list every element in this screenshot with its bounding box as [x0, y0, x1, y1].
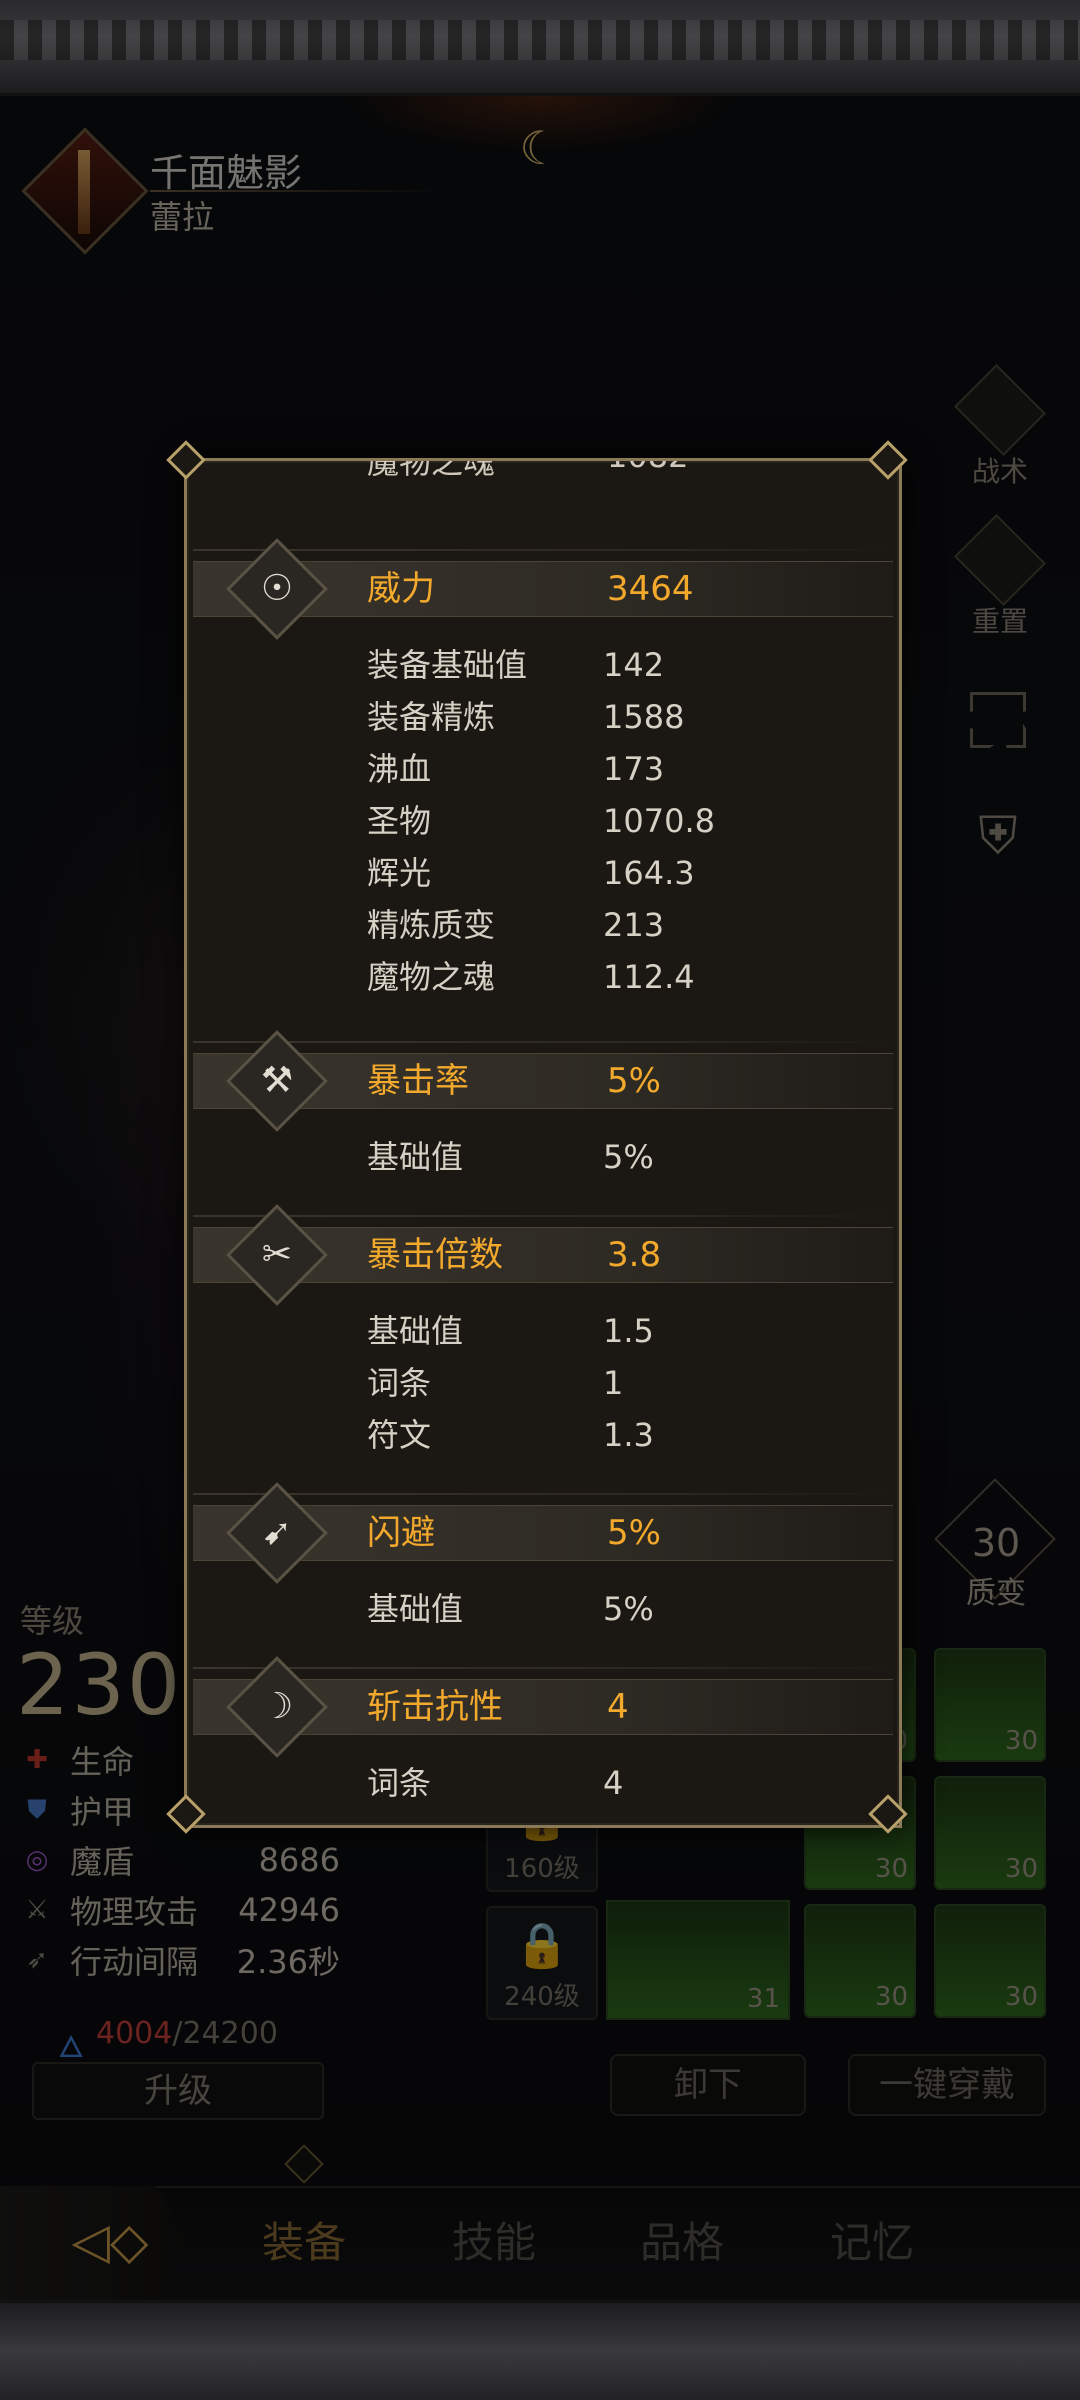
- section-divider: [193, 1493, 893, 1495]
- stat-breakdown-row: 装备精炼 1588: [367, 691, 867, 743]
- stat-breakdown-row: 魔物之魂 112.4: [367, 951, 867, 1003]
- row-value: 173: [603, 750, 665, 788]
- stat-breakdown-row: 词条 4: [367, 1757, 867, 1809]
- stat-breakdown-row: 词条 1: [367, 1357, 867, 1409]
- section-divider: [193, 1215, 893, 1217]
- crit-rate-icon: ⚒: [260, 1060, 294, 1101]
- row-value: 1.5: [603, 1312, 654, 1350]
- stat-breakdown-row: 装备基础值 142: [367, 639, 867, 691]
- stat-breakdown-row: 符文 1.3: [367, 1409, 867, 1461]
- row-label: 符文: [367, 1416, 432, 1454]
- stat-breakdown-row: 基础值 1.5: [367, 1305, 867, 1357]
- section-value: 3.8: [607, 1235, 662, 1275]
- section-value: 5%: [607, 1513, 661, 1553]
- section-divider: [193, 1041, 893, 1043]
- section-title: 闪避: [367, 1513, 435, 1553]
- row-value: 1082: [607, 461, 688, 475]
- section-title: 暴击倍数: [367, 1235, 503, 1275]
- bottom-frame: [0, 2300, 1080, 2400]
- row-label: 圣物: [367, 802, 432, 840]
- row-label: 词条: [367, 1364, 432, 1402]
- row-label: 装备基础值: [367, 646, 528, 684]
- row-label: 词条: [367, 1764, 432, 1802]
- row-value: 1.3: [603, 1416, 654, 1454]
- stat-breakdown-row: 基础值 5%: [367, 1583, 867, 1635]
- row-value: 1070.8: [603, 802, 715, 840]
- row-value: 142: [603, 646, 665, 684]
- stat-breakdown-row: 魔物之魂 1082: [367, 458, 688, 483]
- row-value: 5%: [603, 1590, 654, 1628]
- row-label: 基础值: [367, 1312, 464, 1350]
- dodge-icon: ➹: [261, 1512, 293, 1553]
- section-divider: [193, 1667, 893, 1669]
- section-title: 斩击抗性: [367, 1687, 503, 1727]
- power-icon: ☉: [260, 568, 294, 609]
- stat-breakdown-row: 辉光 164.3: [367, 847, 867, 899]
- slash-resist-icon: ☽: [260, 1686, 294, 1727]
- stat-detail-popup: 魔物之魂 1082 ☉ 威力 3464 装备基础值 142 装备精炼 1588 沸血…: [184, 458, 902, 1828]
- row-value: 4: [603, 1764, 624, 1802]
- row-value: 213: [603, 906, 665, 944]
- stat-breakdown-row: 沸血 173: [367, 743, 867, 795]
- row-label: 辉光: [367, 854, 432, 892]
- section-value: 3464: [607, 569, 694, 609]
- row-value: 5%: [603, 1138, 654, 1176]
- row-label: 魔物之魂: [367, 458, 496, 481]
- top-frame: [0, 0, 1080, 96]
- row-label: 基础值: [367, 1590, 464, 1628]
- section-divider: [193, 549, 893, 551]
- section-value: 4: [607, 1687, 629, 1727]
- section-title: 威力: [367, 569, 435, 609]
- section-value: 5%: [607, 1061, 661, 1101]
- row-label: 魔物之魂: [367, 958, 496, 996]
- row-value: 112.4: [603, 958, 695, 996]
- row-value: 1588: [603, 698, 685, 736]
- row-label: 装备精炼: [367, 698, 496, 736]
- stat-breakdown-row: 圣物 1070.8: [367, 795, 867, 847]
- row-value: 164.3: [603, 854, 695, 892]
- row-label: 沸血: [367, 750, 432, 788]
- section-title: 暴击率: [367, 1061, 469, 1101]
- row-label: 基础值: [367, 1138, 464, 1176]
- stat-breakdown-row: 精炼质变 213: [367, 899, 867, 951]
- row-value: 1: [603, 1364, 624, 1402]
- stat-breakdown-row: 基础值 5%: [367, 1131, 867, 1183]
- row-label: 精炼质变: [367, 906, 496, 944]
- crit-multiplier-icon: ✂: [261, 1234, 293, 1275]
